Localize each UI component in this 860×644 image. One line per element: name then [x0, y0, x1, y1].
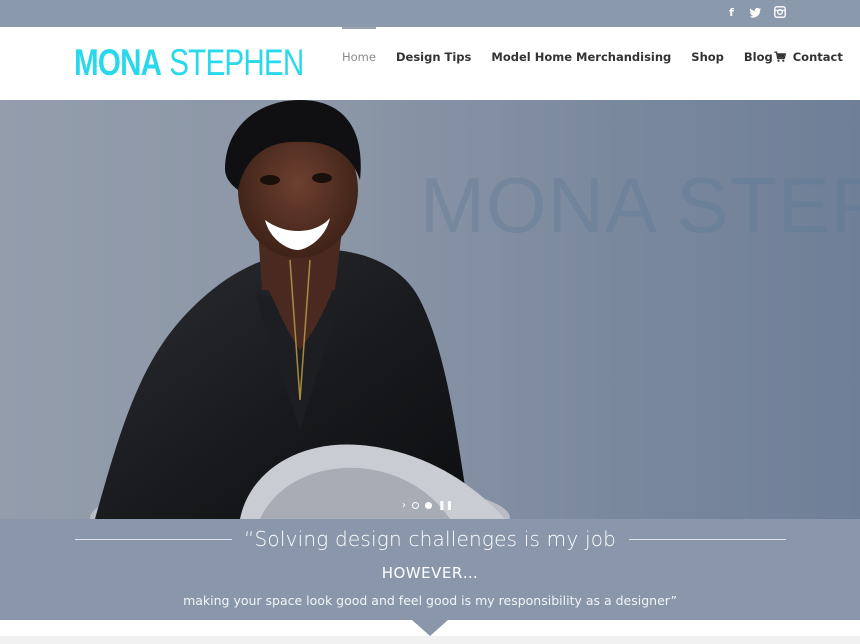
- site-header: MONA STEPHEN Home Design Tips Model Home …: [0, 27, 860, 100]
- tagline-subtext: making your space look good and feel goo…: [183, 593, 677, 608]
- social-links: f: [725, 6, 786, 19]
- slider-dot-active[interactable]: [425, 502, 432, 509]
- pause-icon[interactable]: ❚❚: [438, 501, 453, 511]
- top-bar: f: [0, 0, 860, 27]
- logo-first-name: MONA: [74, 42, 162, 83]
- shopping-cart-icon[interactable]: [774, 51, 786, 63]
- facebook-icon[interactable]: f: [725, 6, 738, 19]
- page-bottom-strip: [0, 636, 860, 644]
- instagram-icon[interactable]: [773, 6, 786, 19]
- tagline-quote: “Solving design challenges is my job: [243, 527, 617, 551]
- twitter-icon[interactable]: [749, 6, 762, 19]
- hero-portrait-image: [90, 100, 510, 519]
- nav-item-contact[interactable]: Contact: [783, 27, 853, 100]
- nav-item-blog[interactable]: Blog: [734, 27, 783, 100]
- hero-slider[interactable]: MONA STEPHEN › ❚❚: [0, 100, 860, 519]
- nav-item-shop[interactable]: Shop: [681, 27, 734, 100]
- tagline-banner: “Solving design challenges is my job HOW…: [0, 519, 860, 620]
- slider-controls: › ❚❚: [402, 500, 453, 511]
- tagline-pointer: [412, 620, 448, 636]
- site-logo[interactable]: MONA STEPHEN: [74, 42, 304, 83]
- slider-dot[interactable]: [412, 502, 419, 509]
- chevron-right-icon[interactable]: ›: [402, 500, 406, 511]
- nav-item-model-home-merchandising[interactable]: Model Home Merchandising: [481, 27, 681, 100]
- logo-last-name: STEPHEN: [169, 42, 304, 83]
- tagline-however: HOWEVER…: [381, 564, 479, 582]
- nav-item-design-tips[interactable]: Design Tips: [386, 27, 481, 100]
- main-nav: Home Design Tips Model Home Merchandisin…: [332, 27, 853, 100]
- nav-item-home[interactable]: Home: [332, 27, 386, 100]
